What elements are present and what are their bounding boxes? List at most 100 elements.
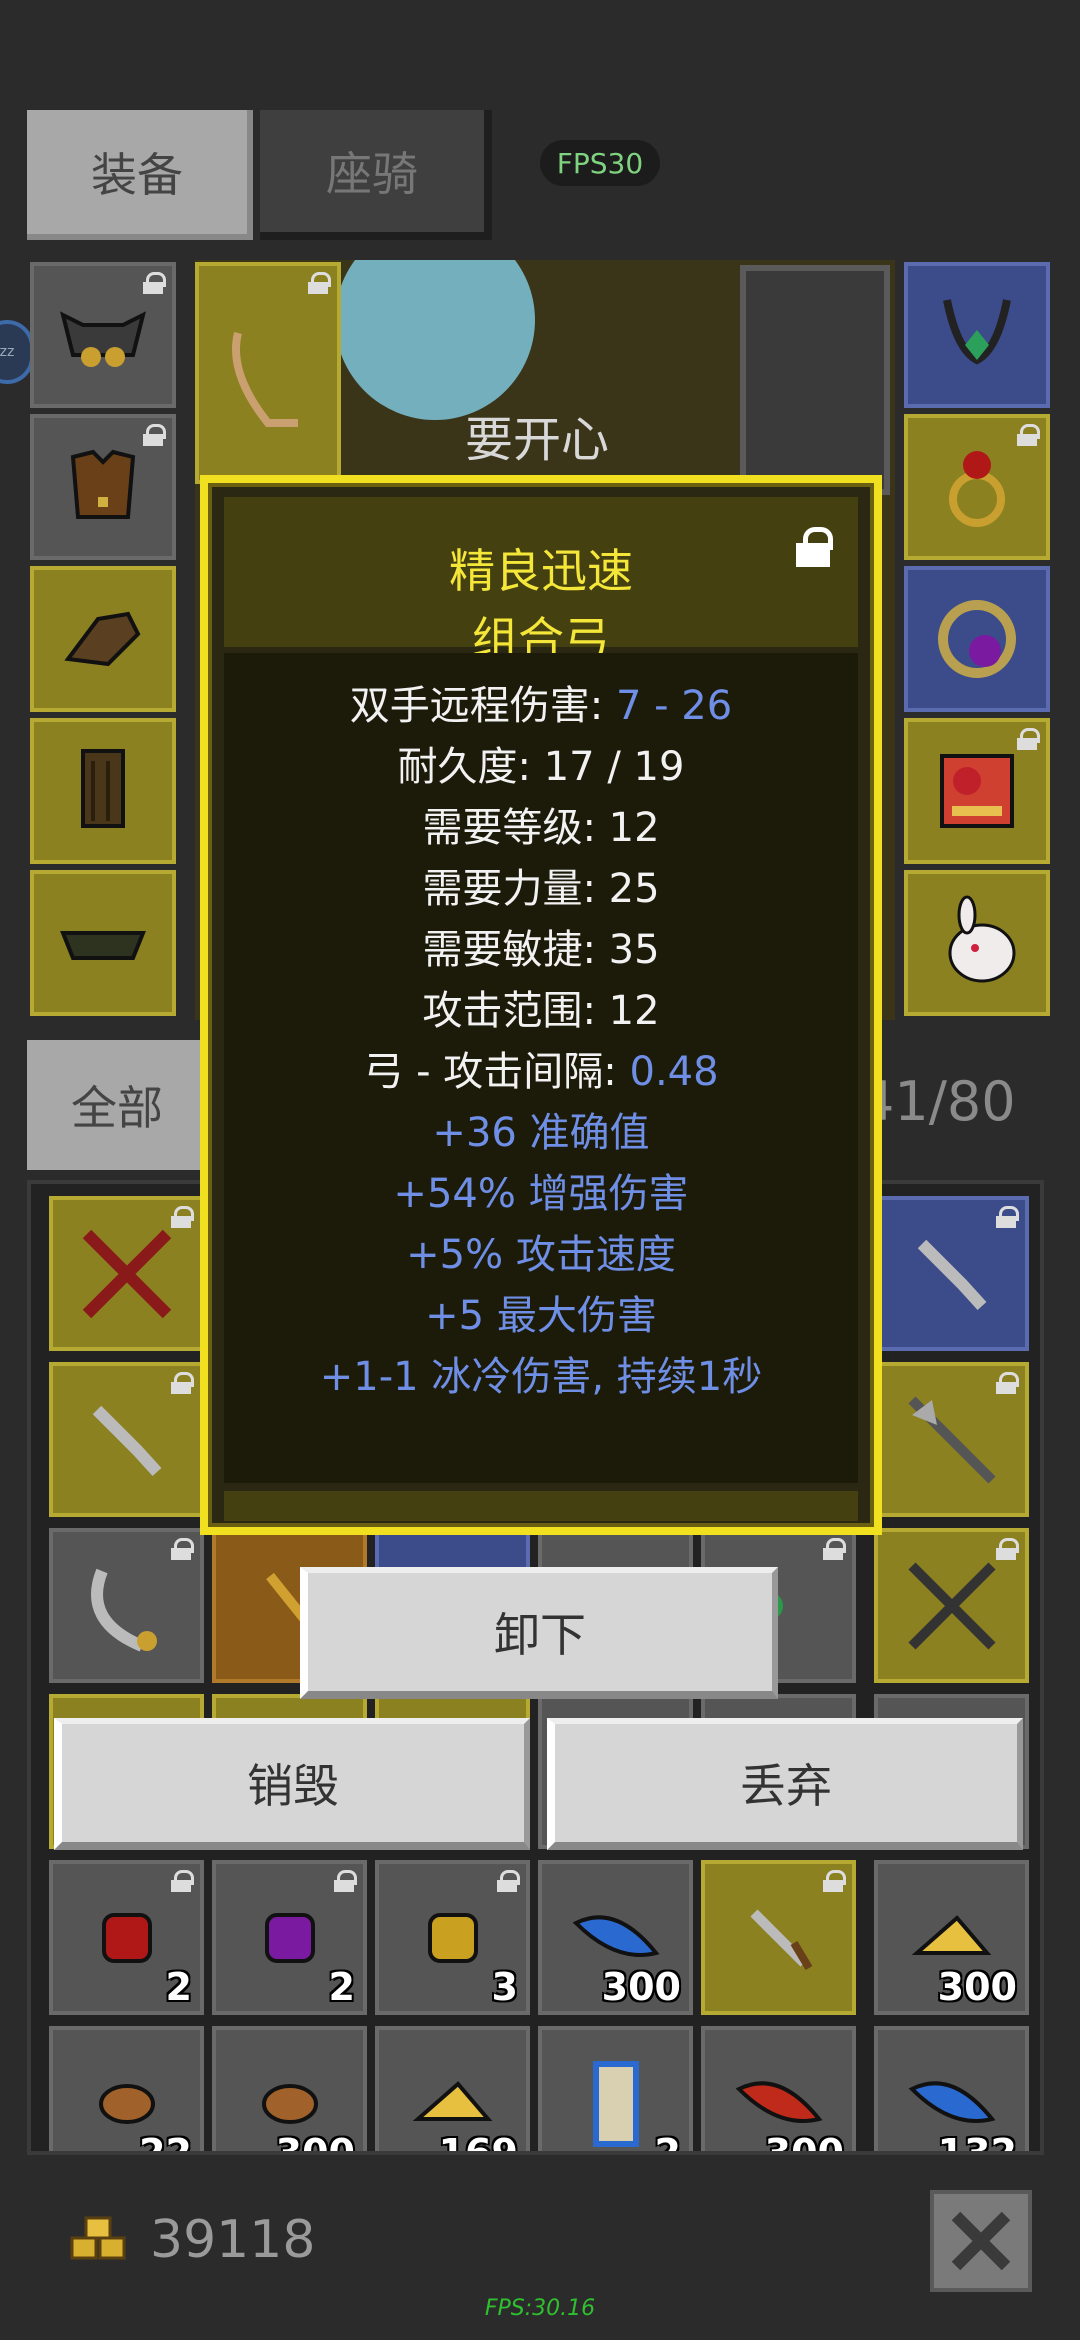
item-quality-name: 精良迅速 [449, 544, 633, 598]
affix-max-damage: +5 最大伤害 [425, 1293, 657, 1339]
cheese-icon [412, 2080, 492, 2121]
equip-slot-ring-1[interactable] [904, 414, 1050, 560]
inventory-slot[interactable] [49, 1528, 204, 1683]
meat-icon [98, 2083, 155, 2124]
sword-icon [749, 1908, 812, 1970]
inventory-slot[interactable]: 300 [701, 2026, 856, 2155]
ring-icon [949, 451, 1005, 527]
item-quantity: 2 [654, 2131, 681, 2155]
inventory-slot[interactable]: 300 [538, 1860, 693, 2015]
item-quantity: 300 [275, 2131, 355, 2155]
character-name: 要开心 [465, 412, 610, 468]
unequip-button[interactable]: 卸下 [300, 1567, 778, 1699]
tooltip-stats: 双手远程伤害: 7 - 26 耐久度: 17 / 19 需要等级: 12 需要力… [224, 653, 858, 1483]
stat-damage: 双手远程伤害: 7 - 26 [349, 683, 733, 729]
amulet-icon [943, 299, 1011, 365]
lock-icon [1016, 424, 1040, 446]
destroy-button[interactable]: 销毁 [54, 1718, 530, 1850]
item-quantity: 2 [165, 1965, 192, 2009]
lock-icon [822, 1538, 846, 1560]
equip-slot-amulet[interactable] [904, 262, 1050, 408]
scene-decoration [335, 260, 535, 420]
item-quantity: 22 [139, 2131, 192, 2155]
item-quantity: 2 [328, 1965, 355, 2009]
inventory-slot[interactable] [701, 1860, 856, 2015]
lock-icon [1016, 728, 1040, 750]
equip-slot-belt[interactable] [30, 870, 176, 1016]
lock-icon [142, 424, 166, 446]
lock-icon [995, 1372, 1019, 1394]
tooltip-footer [224, 1491, 858, 1521]
equip-slot-armor[interactable] [30, 414, 176, 560]
lock-icon [170, 1538, 194, 1560]
item-quantity: 300 [764, 2131, 844, 2155]
blue-feather-icon [572, 1914, 660, 1957]
inventory-slot[interactable] [874, 1528, 1029, 1683]
crossed-swords-icon [82, 1229, 171, 1318]
helmet-icon [60, 311, 146, 367]
equip-slot-book[interactable] [904, 718, 1050, 864]
inventory-slot[interactable] [874, 1362, 1029, 1517]
side-bubble-button[interactable]: zz [0, 320, 34, 384]
boots-icon [81, 749, 125, 828]
close-button[interactable] [930, 2190, 1032, 2292]
inventory-slot[interactable] [49, 1196, 204, 1351]
stat-required-dexterity: 需要敏捷: 35 [422, 927, 660, 973]
item-tooltip: 精良迅速 组合弓 双手远程伤害: 7 - 26 耐久度: 17 / 19 需要等… [200, 475, 882, 1535]
equip-slot-helmet[interactable] [30, 262, 176, 408]
meat-icon [261, 2083, 318, 2124]
inventory-slot[interactable]: 2 [212, 1860, 367, 2015]
inventory-slot[interactable]: 132 [874, 2026, 1029, 2155]
inventory-slot[interactable]: 3 [375, 1860, 530, 2015]
lock-icon [307, 272, 331, 294]
lock-icon [995, 1538, 1019, 1560]
equip-slot-boots[interactable] [30, 718, 176, 864]
item-quantity: 3 [491, 1965, 518, 2009]
lock-icon [822, 1870, 846, 1892]
blue-feather-icon [908, 2080, 996, 2123]
item-lock-icon[interactable] [796, 527, 833, 567]
lock-icon [496, 1870, 520, 1892]
lock-icon [170, 1372, 194, 1394]
tab-equip[interactable]: 装备 [27, 110, 253, 240]
rabbit-icon [948, 895, 1016, 983]
dagger-icon [92, 1405, 161, 1476]
inventory-slot[interactable] [49, 1362, 204, 1517]
affix-attack-speed: +5% 攻击速度 [406, 1232, 676, 1278]
equip-slot-pet[interactable] [904, 870, 1050, 1016]
inventory-slot[interactable]: 300 [212, 2026, 367, 2155]
stat-attack-range: 攻击范围: 12 [422, 988, 660, 1034]
lock-icon [995, 1206, 1019, 1228]
dagger-icon [917, 1239, 986, 1310]
stat-attack-interval: 弓 - 攻击间隔: 0.48 [363, 1049, 719, 1095]
equip-slot-gloves[interactable] [30, 566, 176, 712]
inventory-slot[interactable]: 2 [538, 2026, 693, 2155]
inventory-slot[interactable]: 169 [375, 2026, 530, 2151]
scene-portal [740, 265, 890, 495]
filter-all-tab[interactable]: 全部 [27, 1040, 207, 1170]
inventory-slot[interactable] [874, 1196, 1029, 1351]
lock-icon [170, 1870, 194, 1892]
bow-icon [232, 332, 298, 427]
equip-slot-ring-2[interactable] [904, 566, 1050, 712]
tab-mount[interactable]: 座骑 [260, 110, 492, 240]
drop-button[interactable]: 丢弃 [547, 1718, 1023, 1850]
lock-icon [170, 1206, 194, 1228]
yellow-gem-icon [427, 1912, 478, 1963]
cheese-icon [911, 1914, 991, 1955]
affix-enhanced-damage: +54% 增强伤害 [393, 1171, 689, 1217]
stat-required-strength: 需要力量: 25 [422, 866, 660, 912]
halberd-icon [907, 1395, 996, 1484]
gold-coins-icon [70, 2216, 126, 2260]
inventory-slot[interactable]: 300 [874, 1860, 1029, 2015]
tooltip-header: 精良迅速 组合弓 [224, 497, 858, 666]
gold-amount: 39118 [150, 2210, 316, 2270]
stat-durability: 耐久度: 17 / 19 [397, 744, 685, 790]
purple-gem-icon [264, 1912, 315, 1963]
item-quantity: 132 [937, 2131, 1017, 2155]
stat-required-level: 需要等级: 12 [422, 805, 660, 851]
inventory-slot[interactable]: 2 [49, 1860, 204, 2015]
equip-slot-weapon[interactable] [195, 262, 341, 484]
inventory-count: 41/80 [860, 1070, 1016, 1133]
inventory-slot[interactable]: 22 [49, 2026, 204, 2155]
